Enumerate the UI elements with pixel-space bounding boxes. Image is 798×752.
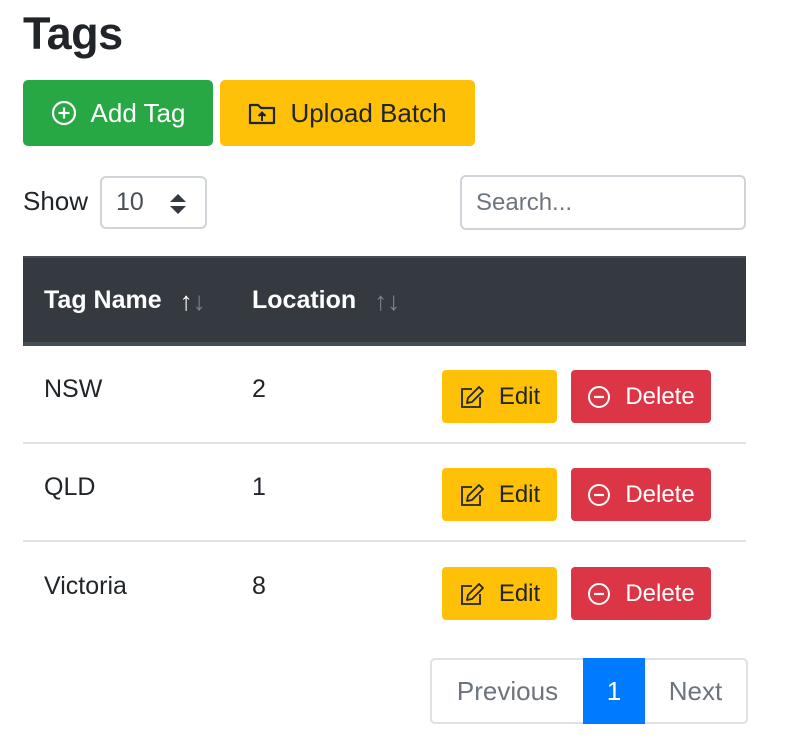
location-cell: 2 [252,375,266,403]
page-title: Tags [23,8,123,59]
pencil-square-icon [459,483,485,507]
table-header: Tag Name ↑ ↓ Location ↑ ↓ [23,256,746,346]
show-label: Show [23,186,89,216]
edit-button[interactable]: Edit [442,468,557,521]
location-cell: 1 [252,473,266,501]
tag-name-cell: QLD [44,473,96,501]
delete-button[interactable]: Delete [571,468,711,521]
pencil-square-icon [459,385,485,409]
pencil-square-icon [459,582,485,606]
sort-icon[interactable]: ↑ ↓ [374,288,400,314]
dash-circle-icon [587,483,611,507]
add-tag-button[interactable]: Add Tag [23,80,213,146]
select-arrows-icon [169,192,187,223]
tag-name-cell: NSW [44,375,103,403]
edit-button[interactable]: Edit [442,370,557,423]
dash-circle-icon [587,385,611,409]
table-row: Victoria 8 Edit Delete [23,543,746,641]
column-header-location[interactable]: Location ↑ ↓ [252,286,400,315]
delete-button[interactable]: Delete [571,370,711,423]
next-page-button[interactable]: Next [645,660,746,722]
table-row: QLD 1 Edit Delete [23,444,746,542]
table-row: NSW 2 Edit Delete [23,346,746,444]
page-size-select[interactable]: 10 [100,176,207,229]
sort-ascending-icon[interactable]: ↑ ↓ [180,288,206,314]
page-size-value: 10 [116,188,144,216]
pagination: Previous 1 Next [430,658,748,724]
edit-button[interactable]: Edit [442,567,557,620]
tag-name-cell: Victoria [44,572,127,600]
folder-upload-icon [248,101,276,125]
plus-circle-icon [51,100,77,126]
dash-circle-icon [587,582,611,606]
add-tag-label: Add Tag [90,97,186,128]
upload-batch-label: Upload Batch [290,97,447,128]
search-input[interactable] [460,175,746,230]
column-header-tag-name[interactable]: Tag Name ↑ ↓ [44,286,206,315]
previous-page-button[interactable]: Previous [432,660,583,722]
page-1-button[interactable]: 1 [583,658,645,724]
location-cell: 8 [252,572,266,600]
upload-batch-button[interactable]: Upload Batch [220,80,475,146]
delete-button[interactable]: Delete [571,567,711,620]
